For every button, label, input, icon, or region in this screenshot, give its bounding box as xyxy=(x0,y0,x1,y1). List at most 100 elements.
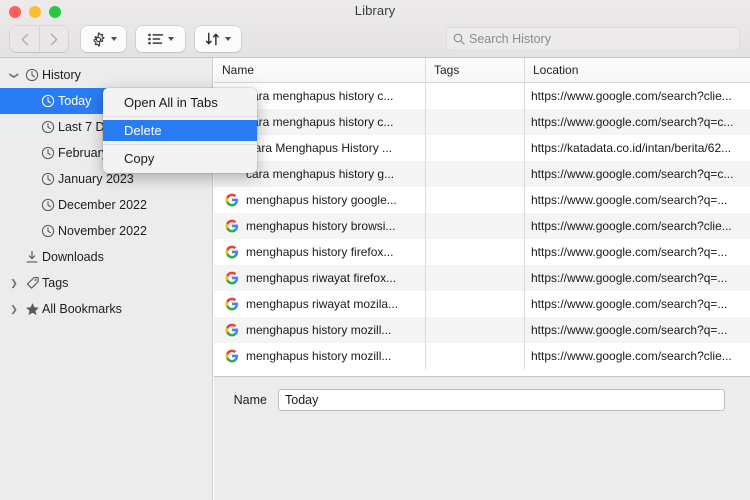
titlebar: Library Search History xyxy=(0,0,750,58)
cell-location: https://www.google.com/search?q=c... xyxy=(524,161,750,187)
cell-location: https://www.google.com/search?q=... xyxy=(524,317,750,343)
clock-icon xyxy=(41,198,55,212)
cell-tags xyxy=(425,187,524,213)
sidebar-item-history[interactable]: ❯ History xyxy=(0,62,212,88)
cell-tags xyxy=(425,83,524,109)
star-icon xyxy=(25,302,39,315)
table-row[interactable]: cara menghapus history c... https://www.g… xyxy=(214,83,750,109)
sort-icon xyxy=(205,32,219,46)
sidebar-item-label: All Bookmarks xyxy=(42,302,122,316)
download-icon xyxy=(26,250,38,263)
cell-tags xyxy=(425,291,524,317)
cell-tags xyxy=(425,317,524,343)
menu-item-copy[interactable]: Copy xyxy=(103,148,257,169)
table-row[interactable]: menghapus history mozill... https://www.g… xyxy=(214,317,750,343)
history-entry-title: cara menghapus history c... xyxy=(246,115,394,129)
google-favicon-icon xyxy=(225,245,239,259)
history-entry-title: cara menghapus history g... xyxy=(246,167,395,181)
name-field-label: Name xyxy=(233,393,267,407)
table-row[interactable]: menghapus history mozill... https://www.g… xyxy=(214,343,750,369)
column-header-tags[interactable]: Tags xyxy=(425,57,524,83)
toolbar: Search History xyxy=(0,24,750,58)
cell-tags xyxy=(425,161,524,187)
cell-name: menghapus riwayat mozila... xyxy=(214,291,425,317)
cell-tags xyxy=(425,265,524,291)
back-button[interactable] xyxy=(10,26,39,52)
table-row[interactable]: cara menghapus history g... https://www.g… xyxy=(214,161,750,187)
detail-pane: Name Today xyxy=(214,376,750,500)
chevron-left-icon xyxy=(21,33,28,45)
library-window: Library Search History ❯ History Today L… xyxy=(0,0,750,500)
chevron-right-icon[interactable]: ❯ xyxy=(6,304,22,315)
menu-item-open-all-in-tabs[interactable]: Open All in Tabs xyxy=(103,92,257,113)
menu-item-delete[interactable]: Delete xyxy=(103,120,257,141)
search-icon xyxy=(453,33,465,45)
history-entry-title: menghapus history mozill... xyxy=(246,323,392,337)
clock-icon xyxy=(41,94,55,108)
clock-icon xyxy=(22,68,42,82)
table-row[interactable]: cara menghapus history c... https://www.g… xyxy=(214,109,750,135)
clock-icon xyxy=(38,94,58,108)
column-header-location[interactable]: Location xyxy=(524,57,750,83)
table-row[interactable]: Cara Menghapus History ... https://katada… xyxy=(214,135,750,161)
history-entry-title: menghapus riwayat firefox... xyxy=(246,271,397,285)
download-icon xyxy=(22,250,42,264)
sort-button[interactable] xyxy=(195,26,241,52)
gear-icon xyxy=(92,31,104,47)
table-row[interactable]: menghapus history firefox... https://www.… xyxy=(214,239,750,265)
table-row[interactable]: menghapus history browsi... https://www.g… xyxy=(214,213,750,239)
cell-tags xyxy=(425,239,524,265)
history-entry-title: Cara Menghapus History ... xyxy=(246,141,393,155)
menu-separator xyxy=(103,144,257,145)
table-row[interactable]: menghapus history google... https://www.g… xyxy=(214,187,750,213)
sidebar-item-november-2022[interactable]: November 2022 xyxy=(0,218,212,244)
chevron-right-icon[interactable]: ❯ xyxy=(6,278,22,289)
column-header-name[interactable]: Name xyxy=(214,58,425,83)
cell-location: https://www.google.com/search?clie... xyxy=(524,213,750,239)
sidebar-item-downloads[interactable]: Downloads xyxy=(0,244,212,270)
history-entry-title: cara menghapus history c... xyxy=(246,89,394,103)
clock-icon xyxy=(41,120,55,134)
table-row[interactable]: menghapus riwayat firefox... https://www.… xyxy=(214,265,750,291)
cell-name: menghapus riwayat firefox... xyxy=(214,265,425,291)
clock-icon xyxy=(41,224,55,238)
cell-tags xyxy=(425,135,524,161)
google-favicon-icon xyxy=(225,323,239,337)
google-favicon-icon xyxy=(225,349,239,363)
sidebar-item-label: November 2022 xyxy=(58,224,147,238)
cell-name: menghapus history browsi... xyxy=(214,213,425,239)
cell-name: menghapus history firefox... xyxy=(214,239,425,265)
settings-button[interactable] xyxy=(81,26,126,52)
view-options-button[interactable] xyxy=(136,26,185,52)
clock-icon xyxy=(38,198,58,212)
list-icon xyxy=(147,33,163,45)
sidebar-item-label: History xyxy=(42,68,81,82)
cell-location: https://www.google.com/search?q=... xyxy=(524,239,750,265)
history-entry-title: menghapus history google... xyxy=(246,193,397,207)
clock-icon xyxy=(41,146,55,160)
chevron-down-icon xyxy=(225,37,231,41)
tag-icon xyxy=(22,276,42,291)
google-favicon-icon xyxy=(225,219,239,233)
forward-button[interactable] xyxy=(39,26,68,52)
chevron-down-icon[interactable]: ❯ xyxy=(9,67,20,83)
cell-location: https://www.google.com/search?q=... xyxy=(524,187,750,213)
navigation-buttons xyxy=(10,26,68,52)
search-placeholder: Search History xyxy=(469,32,551,46)
cell-tags xyxy=(425,109,524,135)
cell-location: https://www.google.com/search?q=c... xyxy=(524,109,750,135)
cell-name: menghapus history mozill... xyxy=(214,317,425,343)
search-field[interactable]: Search History xyxy=(446,27,740,51)
google-favicon-icon xyxy=(225,193,239,207)
clock-icon xyxy=(38,224,58,238)
context-menu: Open All in Tabs Delete Copy xyxy=(103,88,257,173)
sidebar-item-label: January 2023 xyxy=(58,172,134,186)
sidebar-item-all-bookmarks[interactable]: ❯ All Bookmarks xyxy=(0,296,212,322)
chevron-down-icon xyxy=(110,37,117,41)
sidebar-item-tags[interactable]: ❯ Tags xyxy=(0,270,212,296)
sidebar-item-december-2022[interactable]: December 2022 xyxy=(0,192,212,218)
name-input[interactable]: Today xyxy=(278,389,725,411)
sidebar-item-label: December 2022 xyxy=(58,198,147,212)
cell-tags xyxy=(425,213,524,239)
table-row[interactable]: menghapus riwayat mozila... https://www.g… xyxy=(214,291,750,317)
